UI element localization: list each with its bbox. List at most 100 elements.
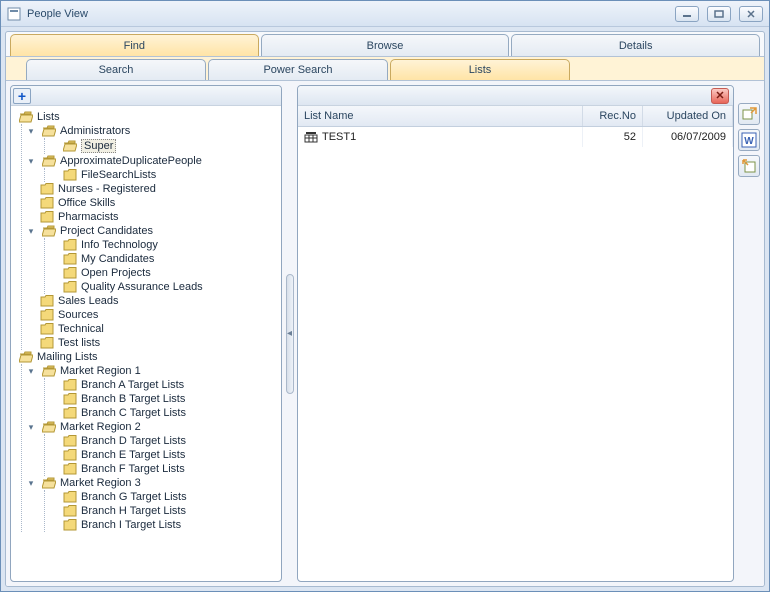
tree-node[interactable]: ▾ApproximateDuplicatePeople [38,154,279,168]
folder-icon [63,463,77,475]
tree-container[interactable]: ▾Lists▾AdministratorsSuper▾ApproximateDu… [11,106,281,581]
tree-label: Administrators [60,125,130,137]
tree-label: Quality Assurance Leads [81,281,203,293]
maximize-button[interactable] [707,6,731,22]
tab-lists[interactable]: Lists [390,59,570,80]
import-button[interactable] [738,155,760,177]
tree-node[interactable]: ▾Lists [15,110,279,124]
splitter[interactable]: ◂ [282,81,297,586]
tree-node[interactable]: ▾Project Candidates [38,224,279,238]
folder-icon [63,505,77,517]
tree-label: Market Region 2 [60,421,141,433]
tree-node[interactable]: Branch G Target Lists [61,490,279,504]
tree-label: ApproximateDuplicatePeople [60,155,202,167]
tree-node[interactable]: Branch B Target Lists [61,392,279,406]
table-row[interactable]: TEST15206/07/2009 [298,127,733,148]
splitter-handle[interactable]: ◂ [286,274,294,394]
collapse-icon[interactable]: ▾ [26,478,36,488]
tree-node[interactable]: ▾Market Region 1 [38,364,279,378]
delete-button[interactable]: ✕ [711,88,729,104]
tree-label: Lists [37,111,60,123]
app-icon [7,7,21,21]
tree-node[interactable]: ▾Administrators [38,124,279,138]
export-button[interactable] [738,103,760,125]
tree-node[interactable]: Super [61,138,279,154]
side-tools: W [738,85,760,582]
folder-open-icon [42,125,56,137]
close-button[interactable] [739,6,763,22]
grid-toolbar: ✕ [298,86,733,106]
tree-node[interactable]: My Candidates [61,252,279,266]
collapse-icon[interactable]: ▾ [26,366,36,376]
tree-node[interactable]: ▾Market Region 3 [38,476,279,490]
tree-label: Project Candidates [60,225,153,237]
tree-node[interactable]: Branch C Target Lists [61,406,279,420]
folder-icon [63,449,77,461]
tree-node[interactable]: Branch E Target Lists [61,448,279,462]
folder-open-icon [42,365,56,377]
tree-node[interactable]: FileSearchLists [61,168,279,182]
collapse-icon[interactable]: ▾ [11,112,13,122]
minimize-button[interactable] [675,6,699,22]
folder-icon [63,239,77,251]
tree-node[interactable]: Branch H Target Lists [61,504,279,518]
tab-find[interactable]: Find [10,34,259,56]
tree-label: Sales Leads [58,295,119,307]
tree-node[interactable]: Quality Assurance Leads [61,280,279,294]
tree-label: Branch C Target Lists [81,407,186,419]
folder-icon [63,253,77,265]
folder-icon [63,435,77,447]
tree-node[interactable]: Office Skills [38,196,279,210]
tree-node[interactable]: Info Technology [61,238,279,252]
tree-node[interactable]: Pharmacists [38,210,279,224]
tree-label: Sources [58,309,98,321]
tree-node[interactable]: Branch D Target Lists [61,434,279,448]
tree-node[interactable]: Test lists [38,336,279,350]
collapse-icon[interactable]: ▾ [26,422,36,432]
folder-icon [63,393,77,405]
tree-node[interactable]: Branch I Target Lists [61,518,279,532]
tree-panel: + ▾Lists▾AdministratorsSuper▾Approximate… [10,85,282,582]
tree-label: Branch I Target Lists [81,519,181,531]
tree-node[interactable]: Sources [38,308,279,322]
window-title: People View [27,8,669,20]
tree-label: Branch D Target Lists [81,435,186,447]
tree-node[interactable]: Open Projects [61,266,279,280]
tree-label: Technical [58,323,104,335]
right-panel: ✕ List NameRec.NoUpdated On TEST15206/07… [297,85,760,582]
tree-node[interactable]: ▾Mailing Lists [15,350,279,364]
titlebar: People View [1,1,769,27]
word-button[interactable]: W [738,129,760,151]
tree-node[interactable]: Technical [38,322,279,336]
tree-label: Super [81,139,116,153]
collapse-icon[interactable]: ▾ [26,156,36,166]
folder-icon [63,267,77,279]
column-header-recno[interactable]: Rec.No [583,106,643,127]
tree-node[interactable]: Sales Leads [38,294,279,308]
collapse-icon[interactable]: ▾ [26,226,36,236]
folder-icon [40,323,54,335]
collapse-icon[interactable]: ▾ [26,126,36,136]
tab-search[interactable]: Search [26,59,206,80]
tree-toolbar: + [11,86,281,106]
folder-open-icon [42,155,56,167]
folder-open-icon [42,225,56,237]
primary-tabs: FindBrowseDetails [6,32,764,56]
tree-node[interactable]: Branch A Target Lists [61,378,279,392]
tree-node[interactable]: Nurses - Registered [38,182,279,196]
list-grid[interactable]: List NameRec.NoUpdated On TEST15206/07/2… [298,106,733,147]
tree-label: Branch B Target Lists [81,393,185,405]
column-header-name[interactable]: List Name [298,106,583,127]
add-button[interactable]: + [13,88,31,104]
tab-browse[interactable]: Browse [261,34,510,56]
tab-power-search[interactable]: Power Search [208,59,388,80]
tree-node[interactable]: ▾Market Region 2 [38,420,279,434]
window-buttons [675,6,763,22]
folder-open-icon [42,477,56,489]
tab-details[interactable]: Details [511,34,760,56]
list-icon [304,131,318,143]
collapse-icon[interactable]: ▾ [11,352,13,362]
column-header-updated[interactable]: Updated On [643,106,733,127]
tree-node[interactable]: Branch F Target Lists [61,462,279,476]
tree-label: My Candidates [81,253,154,265]
